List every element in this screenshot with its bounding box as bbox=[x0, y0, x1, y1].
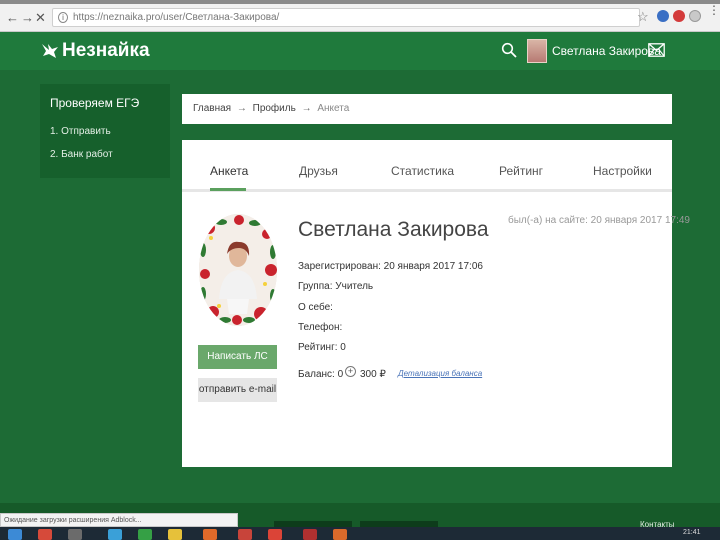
close-icon[interactable]: ✕ bbox=[35, 11, 46, 24]
tab-friends[interactable]: Друзья bbox=[299, 164, 338, 178]
breadcrumb-home[interactable]: Главная bbox=[193, 103, 231, 114]
forward-arrow-icon[interactable]: → bbox=[21, 11, 34, 24]
taskbar-app-icon[interactable] bbox=[38, 529, 52, 540]
site-header: Незнайка Светлана Закирова bbox=[0, 32, 720, 70]
breadcrumb-separator: → bbox=[236, 103, 247, 114]
balance-amount: 300 ₽ bbox=[360, 369, 386, 380]
last-seen-text: был(-а) на сайте: 20 января 2017 17:49 bbox=[508, 215, 690, 226]
profile-card: Анкета Друзья Статистика Рейтинг Настрой… bbox=[182, 140, 690, 467]
sidebar: Проверяем ЕГЭ 1. Отправить 2. Банк работ bbox=[40, 84, 170, 178]
active-tab-indicator bbox=[210, 188, 246, 191]
taskbar-app-icon[interactable] bbox=[138, 529, 152, 540]
mail-icon[interactable] bbox=[648, 43, 665, 57]
registered-date: Зарегистрирован: 20 января 2017 17:06 bbox=[298, 261, 483, 272]
taskbar-app-icon[interactable] bbox=[203, 529, 217, 540]
profile-photo bbox=[199, 214, 277, 326]
profile-name: Светлана Закирова bbox=[298, 218, 489, 241]
rating-text: Рейтинг: 0 bbox=[298, 342, 346, 353]
bird-logo-icon bbox=[42, 44, 58, 58]
taskbar-app-icon[interactable] bbox=[238, 529, 252, 540]
tab-settings[interactable]: Настройки bbox=[593, 164, 652, 178]
chrome-icon[interactable] bbox=[268, 529, 282, 540]
logo-text: Незнайка bbox=[62, 40, 150, 61]
avatar[interactable] bbox=[527, 39, 547, 63]
back-arrow-icon[interactable]: ← bbox=[6, 11, 19, 24]
about-text: О себе: bbox=[298, 302, 333, 313]
tab-statistics[interactable]: Статистика bbox=[391, 164, 454, 178]
start-icon[interactable] bbox=[8, 529, 22, 540]
sidebar-item-bank[interactable]: 2. Банк работ bbox=[50, 149, 113, 160]
breadcrumb: Главная → Профиль → Анкета bbox=[182, 94, 672, 124]
profile-tabs: Анкета Друзья Статистика Рейтинг Настрой… bbox=[182, 140, 672, 192]
tab-rating[interactable]: Рейтинг bbox=[499, 164, 543, 178]
taskbar-app-icon[interactable] bbox=[333, 529, 347, 540]
balance-details-link[interactable]: Детализация баланса bbox=[398, 369, 482, 378]
sidebar-item-send[interactable]: 1. Отправить bbox=[50, 126, 111, 137]
extension-shield-icon[interactable] bbox=[657, 10, 669, 22]
search-icon[interactable] bbox=[501, 42, 517, 58]
menu-icon[interactable]: ⋮ bbox=[708, 4, 720, 16]
sidebar-title: Проверяем ЕГЭ bbox=[50, 96, 140, 110]
write-message-button[interactable]: Написать ЛС bbox=[198, 345, 277, 369]
add-balance-icon[interactable]: + bbox=[345, 366, 356, 377]
send-email-button[interactable]: отправить e-mail bbox=[198, 378, 277, 402]
phone-text: Телефон: bbox=[298, 322, 343, 333]
breadcrumb-current: Анкета bbox=[317, 103, 350, 114]
clock-time: 21:41 bbox=[683, 529, 701, 536]
taskbar-app-icon[interactable] bbox=[168, 529, 182, 540]
taskbar-app-icon[interactable] bbox=[108, 529, 122, 540]
address-bar[interactable]: i https://neznaika.pro/user/Светлана-Зак… bbox=[52, 8, 640, 27]
tab-anketa[interactable]: Анкета bbox=[210, 164, 248, 178]
tab-strip bbox=[0, 0, 720, 4]
url-text: https://neznaika.pro/user/Светлана-Закир… bbox=[73, 12, 280, 23]
taskbar-app-icon[interactable] bbox=[68, 529, 82, 540]
group-text: Группа: Учитель bbox=[298, 281, 374, 292]
breadcrumb-profile[interactable]: Профиль bbox=[253, 103, 296, 114]
taskbar-app-icon[interactable] bbox=[303, 529, 317, 540]
extension-gray-icon[interactable] bbox=[689, 10, 701, 22]
browser-toolbar: ← → ✕ i https://neznaika.pro/user/Светла… bbox=[0, 0, 720, 32]
balance-text: Баланс: 0 bbox=[298, 369, 344, 380]
browser-status-bar: Ожидание загрузки расширения Adblock... bbox=[0, 513, 238, 527]
bookmark-star-icon[interactable]: ☆ bbox=[637, 9, 649, 25]
site-logo[interactable]: Незнайка bbox=[40, 40, 150, 62]
breadcrumb-separator: → bbox=[301, 103, 312, 114]
user-name-link[interactable]: Светлана Закирова bbox=[552, 44, 661, 58]
info-icon[interactable]: i bbox=[58, 12, 68, 23]
extension-red-icon[interactable] bbox=[673, 10, 685, 22]
